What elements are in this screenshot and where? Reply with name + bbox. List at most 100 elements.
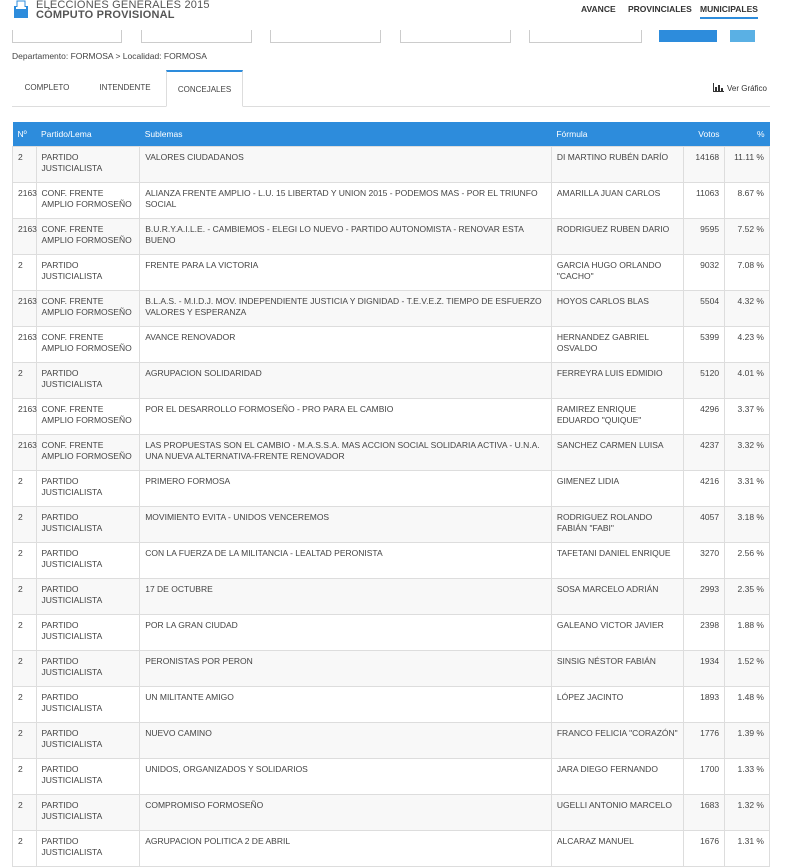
cell-formula: AMARILLA JUAN CARLOS [550,182,685,219]
cell-votos: 9595 [683,218,726,255]
cell-votos: 14168 [683,146,726,183]
cell-partido: CONF. FRENTE AMPLIO FORMOSEÑO [35,182,141,219]
cell-formula: UGELLI ANTONIO MARCELO [550,794,685,831]
cell-numero: 2163 [12,398,37,435]
cell-porcentaje: 8.67 % [724,182,770,219]
cell-formula: JARA DIEGO FERNANDO [550,758,685,795]
table-row: 2 PARTIDO JUSTICIALISTA AGRUPACION POLITIC… [12,830,770,867]
cell-formula: HOYOS CARLOS BLAS [550,290,685,327]
cell-votos: 2993 [683,578,726,615]
cell-sublema: CON LA FUERZA DE LA MILITANCIA - LEALTAD… [139,542,552,579]
cell-formula: TAFETANI DANIEL ENRIQUE [550,542,685,579]
nav-municipales[interactable]: MUNICIPALES [700,4,758,19]
cell-votos: 1893 [683,686,726,723]
search-button[interactable] [659,30,717,42]
header-sublemas: Sublemas [139,122,552,147]
cell-partido: PARTIDO JUSTICIALISTA [35,614,141,651]
cell-porcentaje: 1.32 % [724,794,770,831]
cell-numero: 2 [12,614,37,651]
table-row: 2163 CONF. FRENTE AMPLIO FORMOSEÑO B.L.A.S… [12,290,770,327]
cell-votos: 4296 [683,398,726,435]
table-row: 2 PARTIDO JUSTICIALISTA 17 DE OCTUBRE SOSA … [12,578,770,615]
cell-votos: 11063 [683,182,726,219]
filter-select-2[interactable] [141,30,252,43]
header-votos: Votos [683,122,725,147]
filter-select-4[interactable] [400,30,511,43]
nav-provinciales[interactable]: PROVINCIALES [628,4,692,14]
cell-porcentaje: 1.39 % [724,722,770,759]
cell-formula: RODRIGUEZ RUBEN DARIO [550,218,685,255]
cell-partido: CONF. FRENTE AMPLIO FORMOSEÑO [35,326,141,363]
filter-select-3[interactable] [270,30,381,43]
cell-formula: FERREYRA LUIS EDMIDIO [550,362,685,399]
table-row: 2163 CONF. FRENTE AMPLIO FORMOSEÑO POR EL … [12,398,770,435]
cell-partido: PARTIDO JUSTICIALISTA [35,542,141,579]
cell-numero: 2 [12,362,37,399]
table-row: 2163 CONF. FRENTE AMPLIO FORMOSEÑO AVANCE … [12,326,770,363]
cell-votos: 4057 [683,506,726,543]
header-porcentaje: % [724,122,770,147]
nav-avance[interactable]: AVANCE [581,4,616,14]
cell-sublema: LAS PROPUESTAS SON EL CAMBIO - M.A.S.S.A… [139,434,552,471]
cell-sublema: UNIDOS, ORGANIZADOS Y SOLIDARIOS [139,758,552,795]
tab-bar: COMPLETO INTENDENTE CONCEJALES [12,70,770,107]
secondary-button[interactable] [730,30,755,42]
cell-votos: 9032 [683,254,726,291]
table-row: 2 PARTIDO JUSTICIALISTA NUEVO CAMINO FRANCO… [12,722,770,759]
table-row: 2163 CONF. FRENTE AMPLIO FORMOSEÑO LAS PRO… [12,434,770,471]
cell-porcentaje: 3.32 % [724,434,770,471]
table-row: 2 PARTIDO JUSTICIALISTA CON LA FUERZA DE L… [12,542,770,579]
cell-porcentaje: 2.56 % [724,542,770,579]
cell-partido: CONF. FRENTE AMPLIO FORMOSEÑO [35,218,141,255]
cell-formula: ALCARAZ MANUEL [550,830,685,867]
table-row: 2163 CONF. FRENTE AMPLIO FORMOSEÑO ALIANZA… [12,182,770,219]
ver-grafico-link[interactable]: Ver Gráfico [712,83,767,93]
cell-numero: 2 [12,650,37,687]
cell-votos: 3270 [683,542,726,579]
cell-sublema: MOVIMIENTO EVITA - UNIDOS VENCEREMOS [139,506,552,543]
cell-formula: GIMENEZ LIDIA [550,470,685,507]
title-line-2: CÓMPUTO PROVISIONAL [36,9,175,21]
tab-completo[interactable]: COMPLETO [12,70,82,105]
cell-votos: 4216 [683,470,726,507]
cell-partido: PARTIDO JUSTICIALISTA [35,686,141,723]
tab-concejales[interactable]: CONCEJALES [166,70,243,107]
cell-numero: 2 [12,686,37,723]
cell-numero: 2 [12,254,37,291]
cell-formula: RAMIREZ ENRIQUE EDUARDO "QUIQUE" [550,398,685,435]
filter-select-1[interactable] [12,30,122,43]
cell-porcentaje: 11.11 % [724,146,770,183]
cell-sublema: PRIMERO FORMOSA [139,470,552,507]
cell-partido: PARTIDO JUSTICIALISTA [35,722,141,759]
cell-partido: PARTIDO JUSTICIALISTA [35,506,141,543]
table-row: 2 PARTIDO JUSTICIALISTA UNIDOS, ORGANIZADO… [12,758,770,795]
cell-numero: 2 [12,794,37,831]
table-row: 2 PARTIDO JUSTICIALISTA POR LA GRAN CIUDAD… [12,614,770,651]
cell-numero: 2163 [12,218,37,255]
cell-porcentaje: 3.31 % [724,470,770,507]
cell-numero: 2 [12,542,37,579]
header-partido: Partido/Lema [36,122,140,147]
cell-numero: 2163 [12,326,37,363]
tab-intendente[interactable]: INTENDENTE [84,70,166,105]
table-row: 2 PARTIDO JUSTICIALISTA VALORES CIUDADANOS… [12,146,770,183]
cell-formula: RODRIGUEZ ROLANDO FABIÁN "FABI" [550,506,685,543]
cell-votos: 4237 [683,434,726,471]
table-row: 2 PARTIDO JUSTICIALISTA FRENTE PARA LA VIC… [12,254,770,291]
filter-select-5[interactable] [529,30,642,43]
cell-sublema: 17 DE OCTUBRE [139,578,552,615]
results-table: Nº Partido/Lema Sublemas Fórmula Votos %… [12,122,770,867]
cell-sublema: POR LA GRAN CIUDAD [139,614,552,651]
cell-sublema: VALORES CIUDADANOS [139,146,552,183]
cell-sublema: NUEVO CAMINO [139,722,552,759]
cell-formula: SINSIG NÉSTOR FABIÁN [550,650,685,687]
ver-grafico-label: Ver Gráfico [726,84,767,93]
cell-partido: PARTIDO JUSTICIALISTA [35,650,141,687]
table-row: 2163 CONF. FRENTE AMPLIO FORMOSEÑO B.U.R.Y… [12,218,770,255]
cell-sublema: AVANCE RENOVADOR [139,326,552,363]
cell-porcentaje: 4.01 % [724,362,770,399]
cell-formula: GARCIA HUGO ORLANDO "CACHO" [550,254,685,291]
app-title[interactable]: ELECCIONES GENERALES 2015 CÓMPUTO PROVIS… [36,0,210,21]
table-row: 2 PARTIDO JUSTICIALISTA MOVIMIENTO EVITA -… [12,506,770,543]
cell-formula: HERNANDEZ GABRIEL OSVALDO [550,326,685,363]
